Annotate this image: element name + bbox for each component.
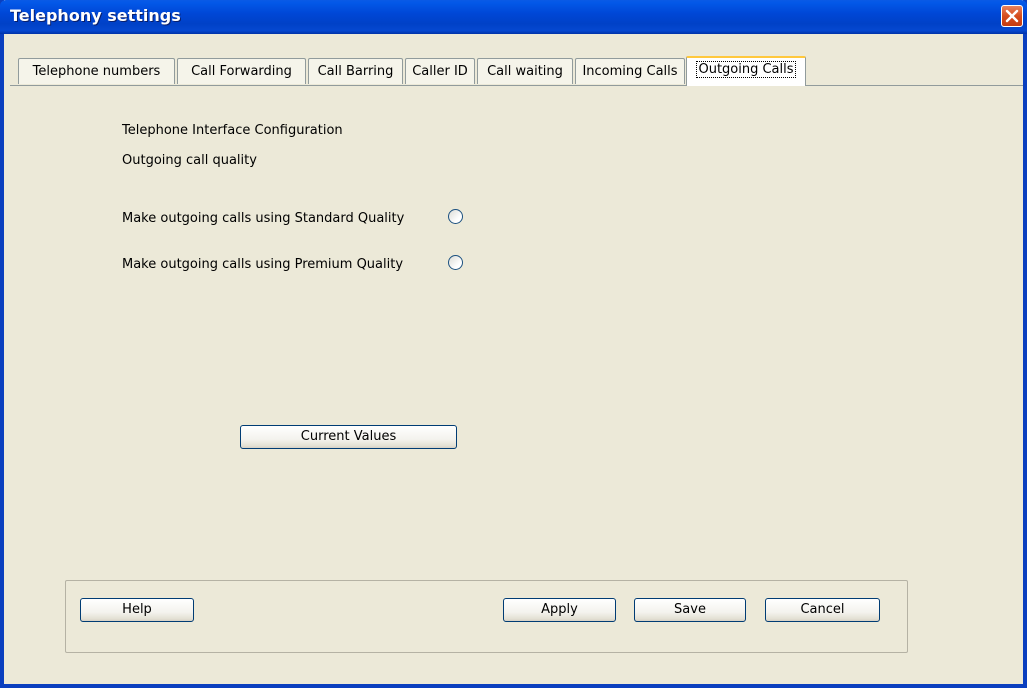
tab-outgoing-calls[interactable]: Outgoing Calls xyxy=(686,56,806,86)
save-button[interactable]: Save xyxy=(634,598,746,622)
section-subheading: Outgoing call quality xyxy=(122,153,257,168)
tab-telephone-numbers[interactable]: Telephone numbers xyxy=(18,58,175,84)
tab-call-forwarding[interactable]: Call Forwarding xyxy=(177,58,306,84)
tab-incoming-calls[interactable]: Incoming Calls xyxy=(575,58,685,84)
footer-button-group: Help Apply Save Cancel xyxy=(65,580,908,653)
tab-label: Incoming Calls xyxy=(582,64,678,79)
help-button[interactable]: Help xyxy=(80,598,194,622)
current-values-button[interactable]: Current Values xyxy=(240,425,457,449)
cancel-button[interactable]: Cancel xyxy=(765,598,880,622)
page-heading: Telephone Interface Configuration xyxy=(122,123,343,138)
tab-label: Outgoing Calls xyxy=(696,61,796,78)
tab-call-waiting[interactable]: Call waiting xyxy=(477,58,573,84)
standard-quality-radio[interactable] xyxy=(448,209,463,224)
window-title: Telephony settings xyxy=(10,6,181,25)
premium-quality-label: Make outgoing calls using Premium Qualit… xyxy=(122,257,404,272)
tab-label: Call waiting xyxy=(487,64,563,79)
tab-label: Call Barring xyxy=(317,64,394,79)
telephony-settings-window: Telephony settings Telephone Interface C… xyxy=(0,0,1027,688)
tab-caller-id[interactable]: Caller ID xyxy=(405,58,475,84)
close-x-icon xyxy=(1005,9,1019,23)
tab-label: Telephone numbers xyxy=(32,64,161,79)
title-bar[interactable]: Telephony settings xyxy=(0,0,1027,34)
apply-button[interactable]: Apply xyxy=(503,598,616,622)
tab-label: Caller ID xyxy=(412,64,468,79)
close-button[interactable] xyxy=(1001,5,1023,27)
tab-label: Call Forwarding xyxy=(191,64,292,79)
standard-quality-label: Make outgoing calls using Standard Quali… xyxy=(122,211,405,226)
tab-call-barring[interactable]: Call Barring xyxy=(308,58,403,84)
premium-quality-radio[interactable] xyxy=(448,255,463,270)
